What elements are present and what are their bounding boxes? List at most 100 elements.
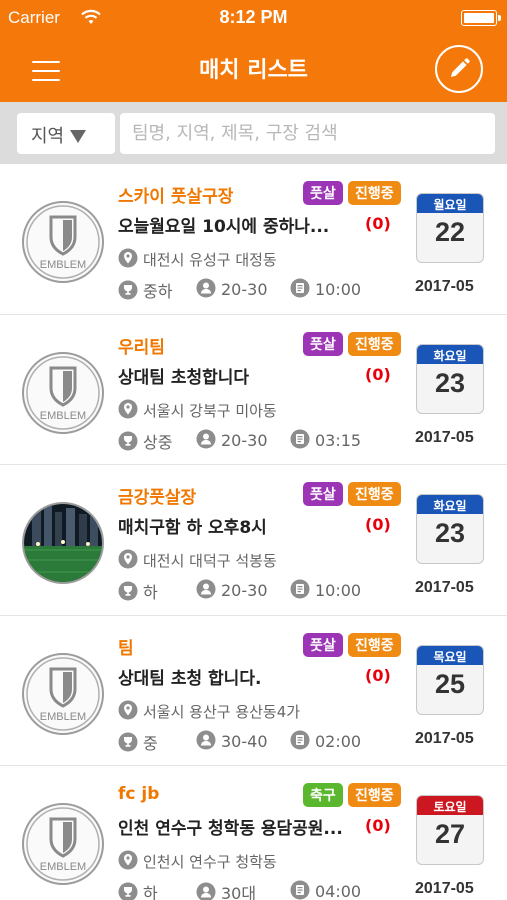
reply-count: (0) — [365, 665, 391, 685]
team-emblem — [22, 502, 104, 584]
time-info: 02:00 — [290, 730, 361, 751]
year-month: 2017-05 — [415, 428, 474, 446]
weekday-label: 목요일 — [417, 645, 483, 665]
clock-icon — [290, 579, 310, 599]
team-name: fc jb — [118, 784, 160, 804]
match-title: 상대팀 초청합니다 — [118, 367, 250, 388]
location: 서울시 용산구 용산동4가 — [118, 700, 300, 722]
time-info: 10:00 — [290, 278, 361, 299]
level-info: 중 — [118, 730, 158, 754]
year-month: 2017-05 — [415, 278, 474, 295]
location-text: 인천시 연수구 청학동 — [143, 853, 277, 871]
match-row-5[interactable]: EMBLEM fc jb 축구 진행중 인천 연수구 청학동 용담공원... (… — [0, 766, 507, 900]
emblem-placeholder-icon: EMBLEM — [26, 205, 100, 279]
time-text: 02:00 — [315, 731, 362, 751]
calendar-icon: 화요일 23 — [416, 494, 484, 564]
svg-text:EMBLEM: EMBLEM — [40, 410, 86, 422]
match-list-screen: Carrier 8:12 PM 매치 리스트 지역 팀명, 지역, 제목, 구장… — [0, 0, 507, 900]
weekday-label: 화요일 — [417, 495, 483, 514]
match-row-2[interactable]: EMBLEM 우리팀 풋살 진행중 상대팀 초청합니다 (0) 서울시 강북구 … — [0, 314, 507, 465]
person-icon — [196, 579, 216, 599]
trophy-icon — [118, 882, 138, 900]
status-badge: 진행중 — [348, 181, 401, 205]
write-match-button[interactable] — [435, 45, 483, 93]
level-info: 하 — [118, 579, 158, 603]
app-header: 매치 리스트 — [0, 36, 507, 102]
clock-icon — [290, 880, 310, 900]
time-info: 03:15 — [290, 429, 361, 450]
time-text: 10:00 — [315, 581, 362, 600]
status-badge: 진행중 — [348, 331, 401, 356]
sport-badge: 풋살 — [303, 331, 343, 356]
match-row-3[interactable]: 금강풋살장 풋살 진행중 매치구함 하 오후8시 (0) 대전시 대덕구 석봉동… — [0, 465, 507, 616]
location-pin-icon — [118, 248, 138, 268]
pencil-icon — [451, 58, 470, 77]
team-emblem: EMBLEM — [22, 351, 104, 434]
team-name: 금강풋살장 — [118, 488, 197, 508]
match-row-1[interactable]: EMBLEM 스카이 풋살구장 풋살 진행중 오늘월요일 10시에 중하나...… — [0, 164, 507, 315]
day-number: 27 — [434, 819, 466, 849]
calendar-icon: 월요일 22 — [416, 193, 484, 263]
time-info: 04:00 — [290, 880, 361, 900]
age-text: 20-30 — [221, 430, 268, 450]
svg-text:EMBLEM: EMBLEM — [40, 711, 86, 723]
status-badge: 진행중 — [348, 783, 401, 807]
sport-badge: 풋살 — [303, 482, 343, 506]
search-input[interactable] — [120, 113, 495, 154]
location-pin-icon — [118, 549, 138, 569]
person-icon — [196, 882, 216, 900]
field-photo-icon — [24, 504, 102, 582]
team-name: 우리팀 — [118, 337, 165, 358]
team-name: 팀 — [118, 638, 134, 659]
match-title: 오늘월요일 10시에 중하나... — [118, 217, 330, 237]
battery-icon — [461, 10, 501, 26]
team-emblem: EMBLEM — [22, 652, 104, 735]
age-text: 30-40 — [221, 731, 268, 751]
weekday-label: 화요일 — [417, 344, 483, 364]
level-info: 중하 — [118, 278, 172, 302]
age-info: 20-30 — [196, 278, 268, 299]
location: 서울시 강북구 미아동 — [118, 399, 277, 421]
sport-badge: 풋살 — [303, 632, 343, 657]
match-list: EMBLEM 스카이 풋살구장 풋살 진행중 오늘월요일 10시에 중하나...… — [0, 164, 507, 900]
sport-badge: 풋살 — [303, 181, 343, 205]
reply-count: (0) — [365, 816, 391, 835]
match-title: 매치구함 하 오후8시 — [118, 518, 267, 538]
level-text: 중하 — [143, 282, 173, 301]
time-info: 10:00 — [290, 579, 361, 600]
location: 대전시 대덕구 석봉동 — [118, 549, 277, 571]
trophy-icon — [118, 581, 138, 601]
trophy-icon — [118, 431, 138, 450]
match-row-4[interactable]: EMBLEM 팀 풋살 진행중 상대팀 초청 합니다. (0) 서울시 용산구 … — [0, 615, 507, 766]
person-icon — [196, 429, 216, 448]
clock: 8:12 PM — [219, 7, 288, 27]
age-text: 30대 — [221, 884, 257, 900]
trophy-icon — [118, 280, 138, 300]
time-text: 04:00 — [315, 882, 362, 900]
location-pin-icon — [118, 399, 138, 418]
day-number: 23 — [434, 367, 466, 398]
age-info: 20-30 — [196, 429, 268, 450]
year-month: 2017-05 — [415, 880, 474, 897]
location-text: 대전시 유성구 대정동 — [143, 251, 277, 269]
emblem-placeholder-icon: EMBLEM — [26, 656, 100, 731]
match-title: 상대팀 초청 합니다. — [118, 668, 262, 689]
page-title: 매치 리스트 — [199, 58, 308, 83]
region-dropdown[interactable]: 지역 — [17, 113, 115, 154]
emblem-placeholder-icon: EMBLEM — [26, 807, 100, 881]
trophy-icon — [118, 732, 138, 751]
svg-text:EMBLEM: EMBLEM — [40, 259, 86, 271]
calendar-icon: 목요일 25 — [416, 644, 484, 715]
level-text: 하 — [143, 583, 158, 602]
clock-icon — [290, 278, 310, 298]
level-text: 상중 — [143, 432, 173, 452]
age-text: 20-30 — [221, 581, 268, 600]
level-info: 하 — [118, 880, 158, 900]
reply-count: (0) — [365, 515, 391, 534]
time-text: 10:00 — [315, 280, 362, 299]
age-info: 30-40 — [196, 730, 268, 751]
dropdown-arrow-icon — [70, 130, 87, 143]
person-icon — [196, 730, 216, 749]
year-month: 2017-05 — [415, 579, 474, 596]
search-bar: 지역 — [0, 102, 507, 164]
